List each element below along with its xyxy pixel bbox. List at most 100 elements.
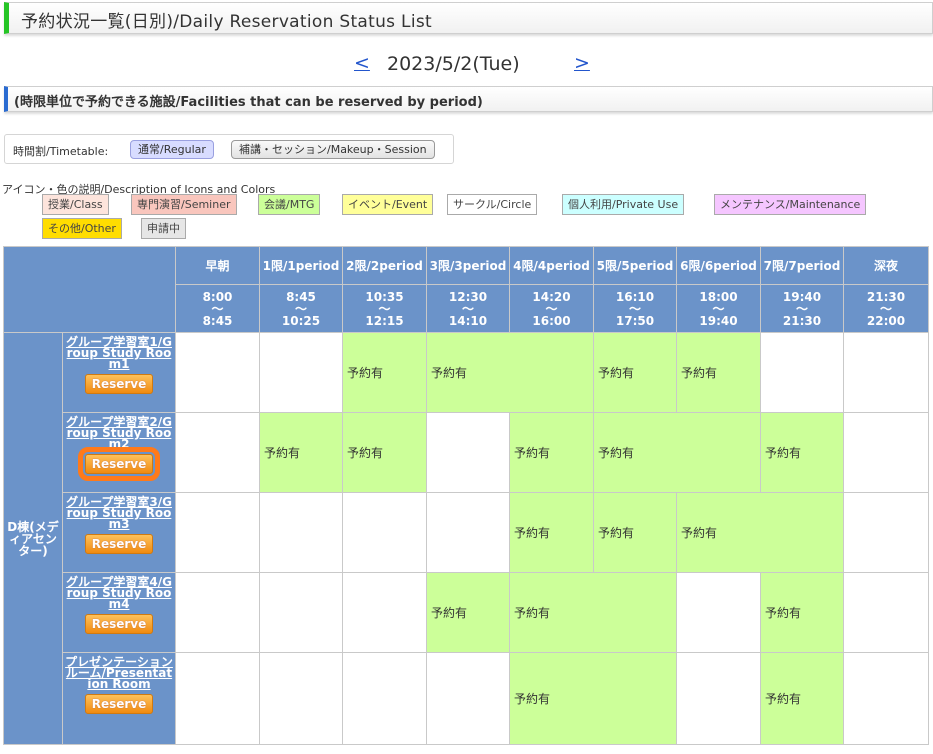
room-link[interactable]: プレゼンテーションルーム/Presentation Room [63,656,175,690]
slot-empty[interactable] [760,332,844,413]
legend-circle: サークル/Circle [447,194,538,215]
reserve-button[interactable]: Reserve [85,614,153,634]
slot-empty[interactable] [259,652,343,745]
slot-empty[interactable] [342,652,427,745]
page-title: 予約状況一覧(日別)/Daily Reservation Status List [21,12,432,32]
period-time: 10:35 ～ 12:15 [342,284,427,333]
period-end: 19:40 [699,313,738,328]
period-end: 17:50 [615,313,655,328]
slot-empty[interactable] [342,572,427,653]
legend-other: その他/Other [42,218,122,239]
slot-empty[interactable] [843,332,929,413]
slot-booked: 予約有 [342,412,427,493]
section-header: (時限単位で予約できる施設/Facilities that can be res… [4,86,933,112]
previous-day-link[interactable]: < [354,52,370,74]
room-link[interactable]: グループ学習室3/Group Study Room3 [63,496,175,530]
period-header: 4限/4period [509,246,594,285]
period-sep: ～ [461,301,474,316]
next-day-link[interactable]: > [574,52,590,74]
slot-empty[interactable] [676,652,761,745]
room-row: グループ学習室4/Group Study Room4 Reserve 予約有 予… [4,572,929,653]
slot-empty[interactable] [843,652,929,745]
slot-empty[interactable] [342,492,427,573]
slot-empty[interactable] [426,492,510,573]
period-time: 18:00 ～ 19:40 [676,284,761,333]
slot-booked: 予約有 [509,652,677,745]
period-start: 12:30 [448,289,488,304]
slot-booked: 予約有 [760,652,844,745]
period-time: 8:00 ～ 8:45 [175,284,260,333]
slot-booked: 予約有 [426,332,594,413]
period-time: 8:45 ～ 10:25 [259,284,343,333]
period-end: 21:30 [782,313,822,328]
period-sep: ～ [294,301,307,316]
slot-empty[interactable] [426,652,510,745]
slot-empty[interactable] [259,492,343,573]
room-row: プレゼンテーションルーム/Presentation Room Reserve 予… [4,652,929,745]
slot-empty[interactable] [259,572,343,653]
reserve-button[interactable]: Reserve [85,534,153,554]
legend-private-use: 個人利用/Private Use [562,194,685,215]
timetable-selector: 時間割/Timetable: 通常/Regular 補講・セッション/Makeu… [4,134,454,164]
period-sep: ～ [712,301,725,316]
period-start: 19:40 [782,289,822,304]
slot-empty[interactable] [175,652,260,745]
period-sep: ～ [378,301,391,316]
period-end: 22:00 [866,313,906,328]
period-start: 18:00 [699,289,738,304]
legend-seminar: 専門演習/Seminer [131,194,237,215]
slot-empty[interactable] [259,332,343,413]
period-sep: ～ [545,301,558,316]
slot-empty[interactable] [175,572,260,653]
reserve-button[interactable]: Reserve [78,447,160,481]
period-time: 21:30 ～ 22:00 [843,284,929,333]
slot-empty[interactable] [426,412,510,493]
slot-empty[interactable] [843,492,929,573]
room-link[interactable]: グループ学習室2/Group Study Room2 [63,416,175,450]
reservation-table: 早朝 1限/1period 2限/2period 3限/3period 4限/4… [3,246,929,745]
slot-booked: 予約有 [342,332,427,413]
period-sep: ～ [795,301,808,316]
slot-booked: 予約有 [676,492,844,573]
room-row: D棟(メディアセンター) グループ学習室1/Group Study Room1 … [3,332,929,745]
room-cell: グループ学習室1/Group Study Room1 Reserve [62,332,176,413]
room-cell: グループ学習室2/Group Study Room2 Reserve [62,412,176,493]
room-link[interactable]: グループ学習室4/Group Study Room4 [63,576,175,610]
period-header: 早朝 [175,246,260,285]
period-end: 16:00 [532,313,571,328]
period-start: 21:30 [866,289,906,304]
slot-empty[interactable] [843,572,929,653]
room-cell: グループ学習室3/Group Study Room3 Reserve [62,492,176,573]
period-end: 14:10 [448,313,488,328]
period-header: 深夜 [843,246,929,285]
legend-event: イベント/Event [342,194,434,215]
room-cell: グループ学習室4/Group Study Room4 Reserve [62,572,176,653]
period-header: 5限/5period [593,246,677,285]
period-end: 12:15 [365,313,404,328]
period-time: 12:30 ～ 14:10 [426,284,510,333]
slot-booked: 予約有 [509,412,594,493]
slot-empty[interactable] [676,572,761,653]
period-header: 6限/6period [676,246,761,285]
room-row: グループ学習室3/Group Study Room3 Reserve 予約有 予… [4,492,929,573]
timetable-makeup-button[interactable]: 補講・セッション/Makeup・Session [231,140,435,159]
period-start: 16:10 [615,289,655,304]
timetable-label: 時間割/Timetable: [13,145,109,158]
section-title: (時限単位で予約できる施設/Facilities that can be res… [14,95,483,110]
period-end: 10:25 [281,313,321,328]
slot-empty[interactable] [175,492,260,573]
period-time: 16:10 ～ 17:50 [593,284,677,333]
reserve-button[interactable]: Reserve [85,694,153,714]
slot-empty[interactable] [843,412,929,493]
period-start: 14:20 [532,289,571,304]
reserve-button[interactable]: Reserve [85,374,153,394]
legend-maintenance: メンテナンス/Maintenance [714,194,867,215]
slot-booked: 予約有 [259,412,343,493]
slot-empty[interactable] [175,412,260,493]
table-corner [3,246,176,333]
slot-empty[interactable] [175,332,260,413]
room-link[interactable]: グループ学習室1/Group Study Room1 [63,336,175,370]
timetable-regular-button[interactable]: 通常/Regular [130,140,214,159]
slot-booked: 予約有 [509,492,594,573]
period-start: 10:35 [365,289,404,304]
